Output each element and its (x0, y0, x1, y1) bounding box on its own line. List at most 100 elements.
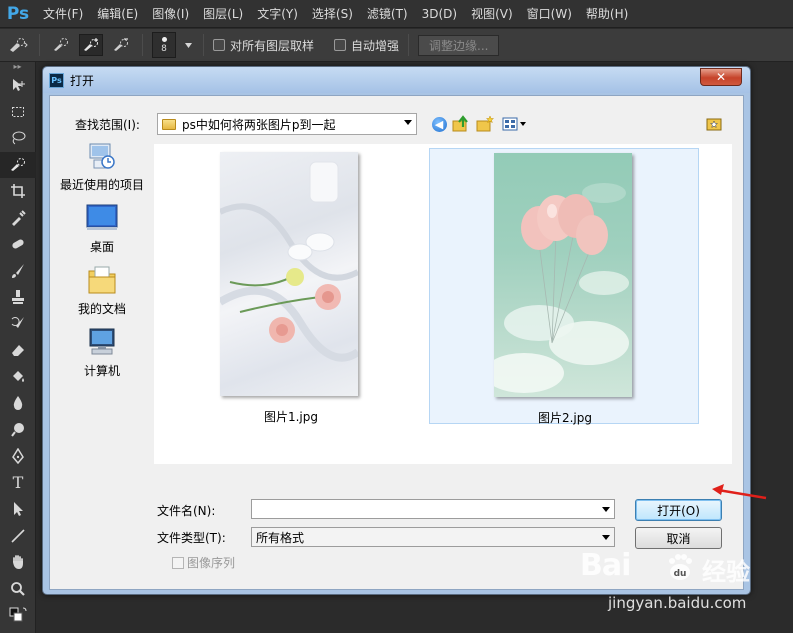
photoshop-app-icon: Ps (49, 72, 64, 88)
brush-icon (12, 263, 24, 278)
watermark-url: jingyan.baidu.com (608, 594, 747, 612)
menu-view[interactable]: 视图(V) (464, 0, 520, 28)
crop-icon (11, 184, 25, 199)
view-menu-button[interactable] (502, 115, 528, 133)
menu-edit[interactable]: 编辑(E) (90, 0, 145, 28)
blur-tool[interactable] (0, 390, 36, 417)
menu-image[interactable]: 图像(I) (145, 0, 196, 28)
back-button[interactable]: ◀ (430, 115, 448, 133)
divider (408, 34, 410, 56)
place-documents-label: 我的文档 (77, 302, 126, 316)
computer-icon (86, 326, 118, 358)
open-dialog: Ps 打开 ✕ 查找范围(I): ps中如何将两张图片p到一起 ◀ 最近使用的项… (42, 66, 751, 595)
menu-layer[interactable]: 图层(L) (196, 0, 250, 28)
file-name-1: 图片1.jpg (263, 410, 319, 424)
folder-icon (162, 118, 176, 130)
menu-file[interactable]: 文件(F) (36, 0, 90, 28)
checkbox-box[interactable] (213, 39, 225, 51)
annotation-arrow-icon (712, 484, 767, 500)
menu-filter[interactable]: 滤镜(T) (360, 0, 415, 28)
path-selection-tool[interactable] (0, 496, 36, 523)
magnifier-icon (11, 581, 25, 596)
line-tool[interactable] (0, 523, 36, 550)
crop-tool[interactable] (0, 178, 36, 205)
quick-selection-tool[interactable] (0, 151, 36, 178)
lasso-tool[interactable] (0, 125, 36, 152)
chevron-down-icon[interactable] (602, 507, 610, 512)
type-tool[interactable]: T (0, 470, 36, 497)
auto-enhance-checkbox[interactable]: 自动增强 (334, 37, 399, 54)
lasso-icon (12, 131, 26, 145)
triangle-down-icon (184, 42, 192, 48)
watermark-brand: Bai (580, 548, 631, 583)
stamp-icon (12, 290, 24, 305)
paint-bucket-icon (13, 370, 24, 382)
checkbox-box[interactable] (172, 556, 184, 569)
place-desktop[interactable]: 桌面 (58, 202, 146, 255)
place-documents[interactable]: 我的文档 (58, 264, 146, 317)
baidu-paw-icon: du (669, 554, 692, 580)
place-recent[interactable]: 最近使用的项目 (58, 140, 146, 193)
dodge-tool[interactable] (0, 417, 36, 444)
sample-all-layers-label: 对所有图层取样 (230, 38, 315, 53)
eraser-tool[interactable] (0, 337, 36, 364)
tool-preset-picker[interactable] (6, 34, 30, 56)
eyedropper-tool[interactable] (0, 205, 36, 232)
new-selection-button[interactable] (49, 34, 73, 56)
history-brush-tool[interactable] (0, 311, 36, 338)
clone-stamp-tool[interactable] (0, 284, 36, 311)
recent-items-icon (86, 140, 118, 172)
up-one-level-button[interactable] (452, 115, 470, 133)
sample-all-layers-checkbox[interactable]: 对所有图层取样 (213, 37, 314, 54)
menu-bar: Ps 文件(F) 编辑(E) 图像(I) 图层(L) 文字(Y) 选择(S) 滤… (0, 0, 793, 28)
file-name-input[interactable] (251, 499, 615, 519)
subtract-selection-button[interactable] (109, 34, 133, 56)
history-brush-icon (11, 316, 24, 328)
image-sequence-label: 图像序列 (187, 556, 236, 570)
marquee-tool[interactable] (0, 99, 36, 126)
hand-tool[interactable] (0, 549, 36, 576)
new-folder-button[interactable] (476, 115, 494, 133)
file-item-1[interactable]: 图片1.jpg (156, 148, 426, 424)
checkbox-box[interactable] (334, 39, 347, 51)
panel-grip-icon[interactable]: ▸▸ (0, 62, 35, 72)
menu-3d[interactable]: 3D(D) (415, 0, 464, 28)
menu-window[interactable]: 窗口(W) (520, 0, 579, 28)
divider (203, 34, 204, 56)
file-item-2[interactable]: 图片2.jpg (429, 148, 699, 425)
place-computer[interactable]: 计算机 (58, 326, 146, 379)
color-swatches[interactable] (0, 602, 36, 629)
pen-icon (12, 448, 24, 465)
look-in-combo[interactable]: ps中如何将两张图片p到一起 (157, 113, 417, 135)
brush-size-value: 8 (161, 43, 167, 54)
brush-size-picker[interactable]: 8 (152, 32, 176, 58)
add-selection-icon (84, 38, 98, 51)
brush-tool[interactable] (0, 258, 36, 285)
watermark-paw-text: du (674, 569, 687, 579)
move-tool[interactable] (0, 72, 36, 99)
add-to-selection-button[interactable] (79, 34, 103, 56)
menu-select[interactable]: 选择(S) (305, 0, 360, 28)
close-button[interactable]: ✕ (700, 68, 742, 86)
dialog-title: 打开 (70, 73, 95, 88)
cancel-button[interactable]: 取消 (635, 527, 722, 549)
image-sequence-checkbox[interactable]: 图像序列 (172, 554, 235, 571)
pen-tool[interactable] (0, 443, 36, 470)
open-button[interactable]: 打开(O) (635, 499, 722, 521)
brush-size-dropdown[interactable] (182, 34, 194, 56)
dialog-body: 查找范围(I): ps中如何将两张图片p到一起 ◀ 最近使用的项目 桌面 我的文… (49, 95, 744, 590)
auto-enhance-label: 自动增强 (351, 38, 400, 53)
refine-edge-button[interactable]: 调整边缘... (418, 34, 500, 56)
chevron-down-icon[interactable] (602, 535, 610, 540)
place-recent-label: 最近使用的项目 (59, 178, 144, 192)
gradient-tool[interactable] (0, 364, 36, 391)
file-list-view: 图片1.jpg 图片2.jpg (154, 144, 732, 464)
healing-brush-tool[interactable] (0, 231, 36, 258)
menu-type[interactable]: 文字(Y) (250, 0, 305, 28)
dialog-titlebar[interactable]: Ps 打开 ✕ (43, 67, 750, 93)
zoom-tool[interactable] (0, 576, 36, 603)
file-type-select[interactable]: 所有格式 (251, 527, 615, 547)
chevron-down-icon[interactable] (404, 120, 412, 125)
favorite-folder-button[interactable] (705, 115, 723, 133)
menu-help[interactable]: 帮助(H) (579, 0, 635, 28)
